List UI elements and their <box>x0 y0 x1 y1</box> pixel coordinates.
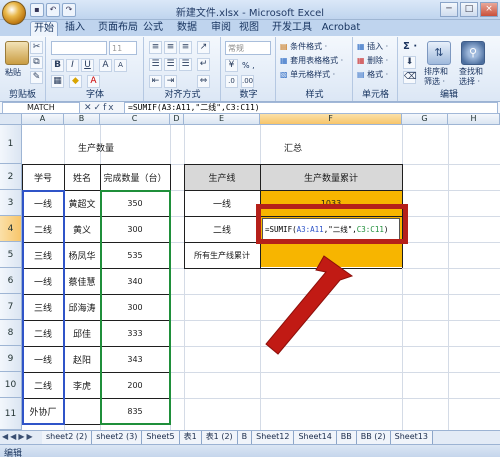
sheet-tab[interactable]: 表1 (2) <box>201 431 238 444</box>
sheet-tab-list: sheet2 (2) sheet2 (3) Sheet5 表1 表1 (2) B… <box>42 431 433 444</box>
sheet-tab[interactable]: Sheet13 <box>390 431 433 444</box>
sheet-tab-bar: ◀◀▶▶ sheet2 (2) sheet2 (3) Sheet5 表1 表1 … <box>0 430 500 444</box>
office-button[interactable] <box>2 1 26 25</box>
first-sheet-icon[interactable]: ◀ <box>2 432 10 441</box>
annotation-arrow <box>265 255 354 355</box>
sheet-tab[interactable]: Sheet14 <box>294 431 337 444</box>
sheet-tab[interactable]: sheet2 (3) <box>92 431 143 444</box>
excel-window: ▪ ↶ ↷ 新建文件.xlsx - Microsoft Excel ─ □ × … <box>0 0 500 457</box>
sheet-tab[interactable]: B <box>237 431 253 444</box>
sheet-tab[interactable]: sheet2 (2) <box>42 431 93 444</box>
status-bar: 编辑 <box>0 444 500 457</box>
arrow-shape <box>265 255 354 355</box>
sheet-tab[interactable]: BB (2) <box>356 431 391 444</box>
last-sheet-icon[interactable]: ▶ <box>26 432 34 441</box>
sheet-tab[interactable]: BB <box>336 431 357 444</box>
status-mode: 编辑 <box>4 449 23 457</box>
sheet-navigation: ◀◀▶▶ <box>2 432 35 441</box>
sheet-tab[interactable]: 表1 <box>179 431 202 444</box>
sheet-tab[interactable]: Sheet5 <box>142 431 180 444</box>
sheet-tab[interactable]: Sheet12 <box>252 431 295 444</box>
